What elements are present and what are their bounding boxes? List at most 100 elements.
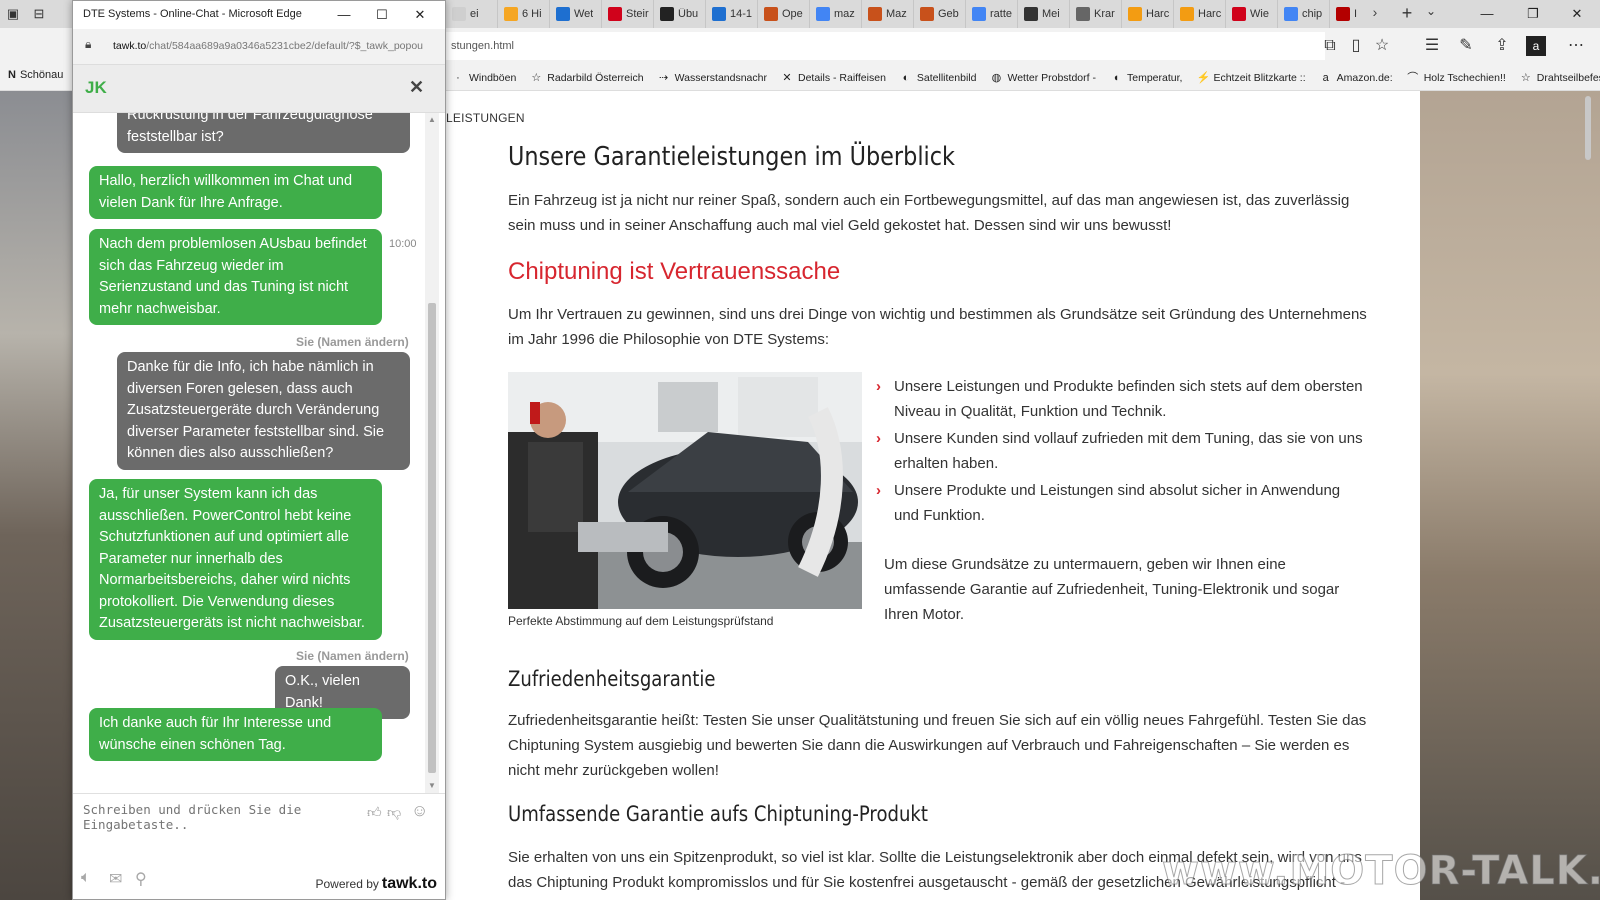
new-tab-button[interactable]: + xyxy=(1396,3,1418,25)
browser-tab[interactable]: Maz xyxy=(861,0,913,28)
favorites-list: · Windböen ☆ Radarbild Österreich ⇢ Wassersta… xyxy=(452,64,1600,91)
chat-scrollbar[interactable]: ▲ ▼ xyxy=(425,113,439,793)
favorite-site-icon: ☆ xyxy=(531,71,542,84)
maximize-button[interactable]: ❐ xyxy=(1510,0,1556,28)
favorite-site-icon: a xyxy=(1322,71,1329,84)
tab-actions-icon[interactable]: ▣ xyxy=(2,4,24,24)
tab-scroll-right-icon[interactable]: › xyxy=(1366,4,1384,24)
browser-tab[interactable]: Geb xyxy=(913,0,965,28)
favorite-item[interactable]: ◐ Satellitenbild xyxy=(900,72,977,84)
page-scrollbar[interactable] xyxy=(1585,96,1591,160)
tab-favicon-icon xyxy=(1024,7,1038,21)
message-timestamp: 10:00 xyxy=(389,238,417,250)
browser-tab[interactable]: Ope xyxy=(757,0,809,28)
tab-favicon-icon xyxy=(504,7,518,21)
more-menu-icon[interactable]: ⋯ xyxy=(1564,34,1588,58)
breadcrumb: LEISTUNGEN xyxy=(446,111,525,125)
scroll-up-icon[interactable]: ▲ xyxy=(427,115,437,124)
minimize-button[interactable]: — xyxy=(1464,0,1510,28)
set-aside-tabs-icon[interactable]: ⊟ xyxy=(28,4,50,24)
browser-tab[interactable]: Harc xyxy=(1121,0,1173,28)
browser-tab[interactable]: ei xyxy=(445,0,497,28)
agent-message: Nach dem problemlosen AUsbau befindet si… xyxy=(89,229,382,325)
chat-window-titlebar: DTE Systems - Online-Chat - Microsoft Ed… xyxy=(73,1,445,29)
chat-popup-window: DTE Systems - Online-Chat - Microsoft Ed… xyxy=(72,0,446,900)
satisfaction-paragraph: Zufriedenheitsgarantie heißt: Testen Sie… xyxy=(508,712,1367,779)
attach-file-icon[interactable]: ⚲ xyxy=(135,869,147,889)
favorite-item[interactable]: ☆ Drahtseilbefestigung xyxy=(1520,72,1600,84)
tab-label: Krar xyxy=(1094,8,1115,20)
chat-input-area: 👍︎ 👎︎ ☺ xyxy=(73,793,445,853)
browser-tab[interactable]: maz xyxy=(809,0,861,28)
list-item: › Unsere Produkte und Leistungen sind abs… xyxy=(876,478,1366,528)
browser-tab[interactable]: Übu xyxy=(653,0,705,28)
chat-close-window-button[interactable]: ✕ xyxy=(401,1,439,29)
browser-tab[interactable]: Wie xyxy=(1225,0,1277,28)
chat-maximize-button[interactable]: ☐ xyxy=(363,1,401,29)
favorite-label: Amazon.de: xyxy=(1336,71,1393,84)
close-window-button[interactable]: ✕ xyxy=(1554,0,1600,28)
powered-by-label[interactable]: Powered by tawk.to xyxy=(316,875,438,893)
scrollbar-thumb[interactable] xyxy=(428,303,436,773)
section-heading-satisfaction: Zufriedenheitsgarantie xyxy=(508,667,716,691)
share-icon[interactable]: ⇪ xyxy=(1490,34,1514,58)
chat-header: JK ✕ xyxy=(73,65,445,113)
sound-icon[interactable]: 🔈︎ xyxy=(81,869,91,887)
list-item: › Unsere Leistungen und Produkte befinden… xyxy=(876,374,1366,424)
tab-label: Übu xyxy=(678,8,699,20)
browser-tab[interactable]: Mei xyxy=(1017,0,1069,28)
message-input[interactable] xyxy=(83,802,353,848)
favorite-item[interactable]: ⌒ Holz Tschechien!! xyxy=(1407,72,1506,84)
favorite-item[interactable]: ◖ Temperatur, xyxy=(1110,72,1183,84)
browser-tab[interactable]: Steir xyxy=(601,0,653,28)
reading-view-icon[interactable]: ▯ xyxy=(1344,34,1368,58)
tab-favicon-icon xyxy=(972,7,986,21)
favorite-item[interactable]: ✕ Details - Raiffeisen xyxy=(781,72,886,84)
url-field[interactable]: stungen.html xyxy=(445,32,1325,60)
email-transcript-icon[interactable]: ✉ xyxy=(109,869,122,889)
tab-label: ei xyxy=(470,8,479,20)
favorite-item[interactable]: a Amazon.de: xyxy=(1320,72,1393,84)
scroll-down-icon[interactable]: ▼ xyxy=(427,781,437,790)
tab-preview-chevron-icon[interactable]: ⌄ xyxy=(1420,4,1442,24)
tab-label: Mei xyxy=(1042,8,1060,20)
tab-favicon-icon xyxy=(556,7,570,21)
tab-favicon-icon xyxy=(608,7,622,21)
sender-label[interactable]: Sie (Namen ändern) xyxy=(296,649,409,663)
browser-tab[interactable]: ratte xyxy=(965,0,1017,28)
chat-url[interactable]: tawk.to/chat/584aa689a9a0346a5231cbe2/de… xyxy=(113,40,423,52)
favorite-item[interactable]: ⚡ Echtzeit Blitzkarte :: xyxy=(1196,72,1305,84)
browser-tab[interactable]: Harc xyxy=(1173,0,1225,28)
favorite-star-icon[interactable]: ☆ xyxy=(1370,34,1394,58)
page-title: Unsere Garantieleistungen im Überblick xyxy=(508,142,955,172)
favorite-label: Wasserstandsnachr xyxy=(674,71,767,84)
tab-favicon-icon xyxy=(660,7,674,21)
favorite-site-icon: ⚡ xyxy=(1196,71,1211,84)
favorite-item[interactable]: ◍ Wetter Probstdorf - xyxy=(990,72,1096,84)
chat-minimize-button[interactable]: — xyxy=(325,1,363,29)
close-chat-icon[interactable]: ✕ xyxy=(409,77,424,98)
favorite-item[interactable]: ⇢ Wasserstandsnachr xyxy=(658,72,767,84)
favorite-label: Echtzeit Blitzkarte :: xyxy=(1213,71,1306,84)
browser-tab[interactable]: 6 Hi xyxy=(497,0,549,28)
extension-puzzle-icon[interactable]: ⧉ xyxy=(1318,34,1342,58)
agent-message: Hallo, herzlich willkommen im Chat und v… xyxy=(89,166,382,219)
thumbs-down-icon[interactable]: 👎︎ xyxy=(387,804,401,821)
favorite-item[interactable]: N Schönau xyxy=(8,69,63,81)
browser-tab[interactable]: Wet xyxy=(549,0,601,28)
tab-favicon-icon xyxy=(1336,7,1350,21)
favorites-hub-icon[interactable]: ☰ xyxy=(1420,34,1444,58)
favorite-item[interactable]: · Windböen xyxy=(452,72,516,84)
browser-tab[interactable]: 14-1 xyxy=(705,0,757,28)
thumbs-up-icon[interactable]: 👍︎ xyxy=(367,804,382,821)
browser-tab[interactable]: chip xyxy=(1277,0,1329,28)
emoji-icon[interactable]: ☺ xyxy=(411,801,428,821)
favorite-site-icon: ✕ xyxy=(782,71,792,84)
favorite-item[interactable]: ☆ Radarbild Österreich xyxy=(530,72,643,84)
tab-label: Wet xyxy=(574,8,594,20)
sender-label[interactable]: Sie (Namen ändern) xyxy=(296,335,409,349)
browser-tab[interactable]: Krar xyxy=(1069,0,1121,28)
tab-label: Wie xyxy=(1250,8,1269,20)
web-note-icon[interactable]: ✎ xyxy=(1454,34,1478,58)
amazon-extension-icon[interactable]: a xyxy=(1526,36,1546,56)
